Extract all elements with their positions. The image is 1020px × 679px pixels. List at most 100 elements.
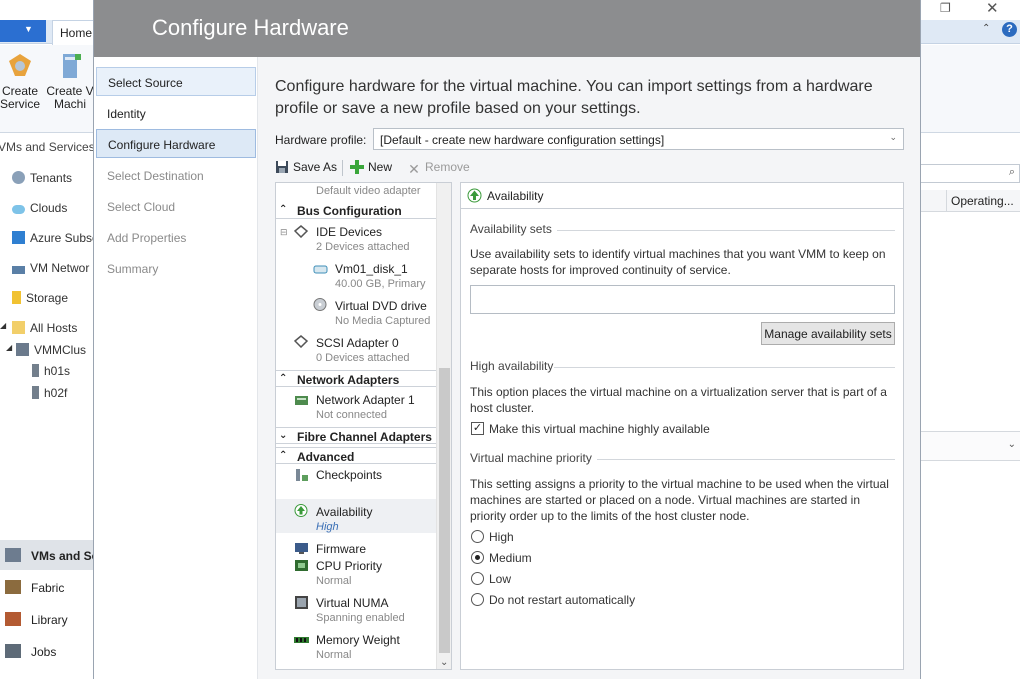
tree-item-firmware[interactable]: Firmware <box>316 542 366 556</box>
ide-devices-icon <box>294 225 309 238</box>
nav-item-storage[interactable]: Storage <box>12 291 68 305</box>
priority-label-do-not-restart[interactable]: Do not restart automatically <box>489 593 635 607</box>
workspace-jobs[interactable]: Jobs <box>0 636 94 666</box>
nav-item-clouds[interactable]: Clouds <box>12 201 67 215</box>
high-availability-checkbox-label[interactable]: Make this virtual machine highly availab… <box>489 422 710 436</box>
tree-item-network-adapter[interactable]: Network Adapter 1 <box>316 393 415 407</box>
collapse-chevron-icon: ⌃ <box>279 373 288 384</box>
tenants-icon <box>12 171 25 184</box>
dialog-header: Configure Hardware <box>94 0 920 57</box>
priority-label-low[interactable]: Low <box>489 572 511 586</box>
step-select-source[interactable]: Select Source <box>96 67 256 96</box>
tree-scrollbar[interactable]: ⌄ <box>436 183 451 669</box>
tree-sub-dvd-drive: No Media Captured <box>335 315 431 327</box>
scroll-down-icon[interactable]: ⌄ <box>440 657 448 668</box>
help-icon[interactable]: ? <box>1002 22 1017 37</box>
tree-section-fibre-channel[interactable]: ⌄ Fibre Channel Adapters <box>276 427 436 444</box>
workspace-library[interactable]: Library <box>0 604 94 634</box>
panel-header: Availability <box>461 183 903 209</box>
tree-item-checkpoints[interactable]: Checkpoints <box>316 468 382 482</box>
restore-icon[interactable]: ❐ <box>940 1 951 15</box>
availability-sets-description: Use availability sets to identify virtua… <box>470 247 886 277</box>
availability-sets-list[interactable] <box>470 285 895 314</box>
firmware-icon <box>295 543 308 554</box>
tree-item-memory-weight[interactable]: Memory Weight <box>316 633 400 647</box>
manage-availability-sets-button[interactable]: Manage availability sets <box>761 322 895 345</box>
nav-item-cluster[interactable]: ◢ VMMClus <box>6 343 87 357</box>
tree-item-cpu-priority[interactable]: CPU Priority <box>316 559 382 573</box>
tree-item-video-adapter[interactable]: Default video adapter <box>316 185 421 197</box>
tree-section-bus-configuration[interactable]: ⌃ Bus Configuration <box>276 202 436 219</box>
minimize-ribbon-icon[interactable]: ⌃ <box>982 23 990 34</box>
step-summary[interactable]: Summary <box>96 254 256 283</box>
nav-item-label: VMMClus <box>34 343 87 357</box>
details-pane-divider: ⌄ <box>920 431 1020 461</box>
nav-item-azure[interactable]: Azure Subsc <box>12 231 98 245</box>
add-icon <box>350 160 364 174</box>
tree-section-advanced[interactable]: ⌃ Advanced <box>276 447 436 464</box>
workspace-fabric[interactable]: Fabric <box>0 572 94 602</box>
priority-radio-low[interactable] <box>471 572 484 585</box>
nav-item-host-h01s[interactable]: h01s <box>32 364 70 378</box>
hardware-profile-value: [Default - create new hardware configura… <box>380 133 665 147</box>
create-service-button[interactable]: Create Service <box>0 52 40 111</box>
create-vm-icon <box>63 54 81 78</box>
workspace-label: Jobs <box>31 645 57 659</box>
step-label: Identity <box>107 107 146 121</box>
step-select-cloud[interactable]: Select Cloud <box>96 192 256 221</box>
remove-button[interactable]: ✕ Remove <box>407 160 470 176</box>
save-as-button[interactable]: Save As <box>275 160 337 174</box>
priority-label-medium[interactable]: Medium <box>489 551 532 565</box>
step-add-properties[interactable]: Add Properties <box>96 223 256 252</box>
priority-radio-high[interactable] <box>471 530 484 543</box>
step-identity[interactable]: Identity <box>96 99 256 128</box>
scrollbar-thumb[interactable] <box>439 368 450 653</box>
priority-radio-medium[interactable] <box>471 551 484 564</box>
collapse-box-icon[interactable]: ⊟ <box>280 227 295 240</box>
step-label: Add Properties <box>107 231 187 245</box>
chevron-down-icon[interactable]: ⌄ <box>1008 439 1016 450</box>
tree-item-disk[interactable]: Vm01_disk_1 <box>335 262 408 276</box>
toolbar-separator <box>342 160 343 176</box>
step-configure-hardware[interactable]: Configure Hardware <box>96 129 256 158</box>
tree-item-dvd-drive[interactable]: Virtual DVD drive <box>335 299 427 313</box>
section-label: Bus Configuration <box>297 204 402 218</box>
priority-radio-do-not-restart[interactable] <box>471 593 484 606</box>
column-header-operating[interactable]: Operating... <box>946 190 1014 212</box>
nav-item-label: Storage <box>26 291 69 305</box>
priority-label-high[interactable]: High <box>489 530 514 544</box>
new-button[interactable]: New <box>350 160 392 174</box>
workspace-label: Library <box>31 613 68 627</box>
tree-item-virtual-numa[interactable]: Virtual NUMA <box>316 596 388 610</box>
tree-section-network-adapters[interactable]: ⌃ Network Adapters <box>276 370 436 387</box>
memory-weight-icon <box>294 637 309 643</box>
workspace-vms-and-services[interactable]: VMs and Se <box>0 540 98 570</box>
close-icon[interactable]: ✕ <box>986 0 999 17</box>
nav-item-host-h02f[interactable]: h02f <box>32 386 67 400</box>
search-input[interactable]: ⌕ <box>920 164 1020 183</box>
availability-sets-title: Availability sets <box>470 222 552 236</box>
remove-label: Remove <box>425 160 470 174</box>
file-menu-button[interactable]: ▼ <box>0 20 46 42</box>
column-header-row: Operating... <box>920 190 1020 212</box>
virtual-numa-icon <box>295 596 308 609</box>
expand-arrow-icon: ◢ <box>0 321 7 330</box>
nav-item-label: All Hosts <box>30 321 78 335</box>
tree-item-ide-devices[interactable]: IDE Devices <box>316 225 382 239</box>
create-vm-button[interactable]: Create V Machi <box>46 52 94 111</box>
network-adapter-icon <box>295 396 308 405</box>
hardware-profile-select[interactable]: [Default - create new hardware configura… <box>373 128 904 150</box>
tree-item-scsi-adapter[interactable]: SCSI Adapter 0 <box>316 336 399 350</box>
availability-icon <box>467 188 482 203</box>
save-icon <box>276 161 288 173</box>
nav-item-vm-networks[interactable]: VM Networ <box>12 261 89 275</box>
tree-sub-virtual-numa: Spanning enabled <box>316 612 405 624</box>
tree-item-availability[interactable]: Availability <box>316 505 372 519</box>
high-availability-checkbox[interactable]: ✓ <box>471 422 484 435</box>
collapse-chevron-icon: ⌃ <box>279 204 288 215</box>
nav-item-tenants[interactable]: Tenants <box>12 171 72 185</box>
remove-icon: ✕ <box>408 161 420 177</box>
step-select-destination[interactable]: Select Destination <box>96 161 256 190</box>
nav-item-all-hosts[interactable]: ◢ All Hosts <box>0 321 77 335</box>
cluster-icon <box>16 343 29 356</box>
